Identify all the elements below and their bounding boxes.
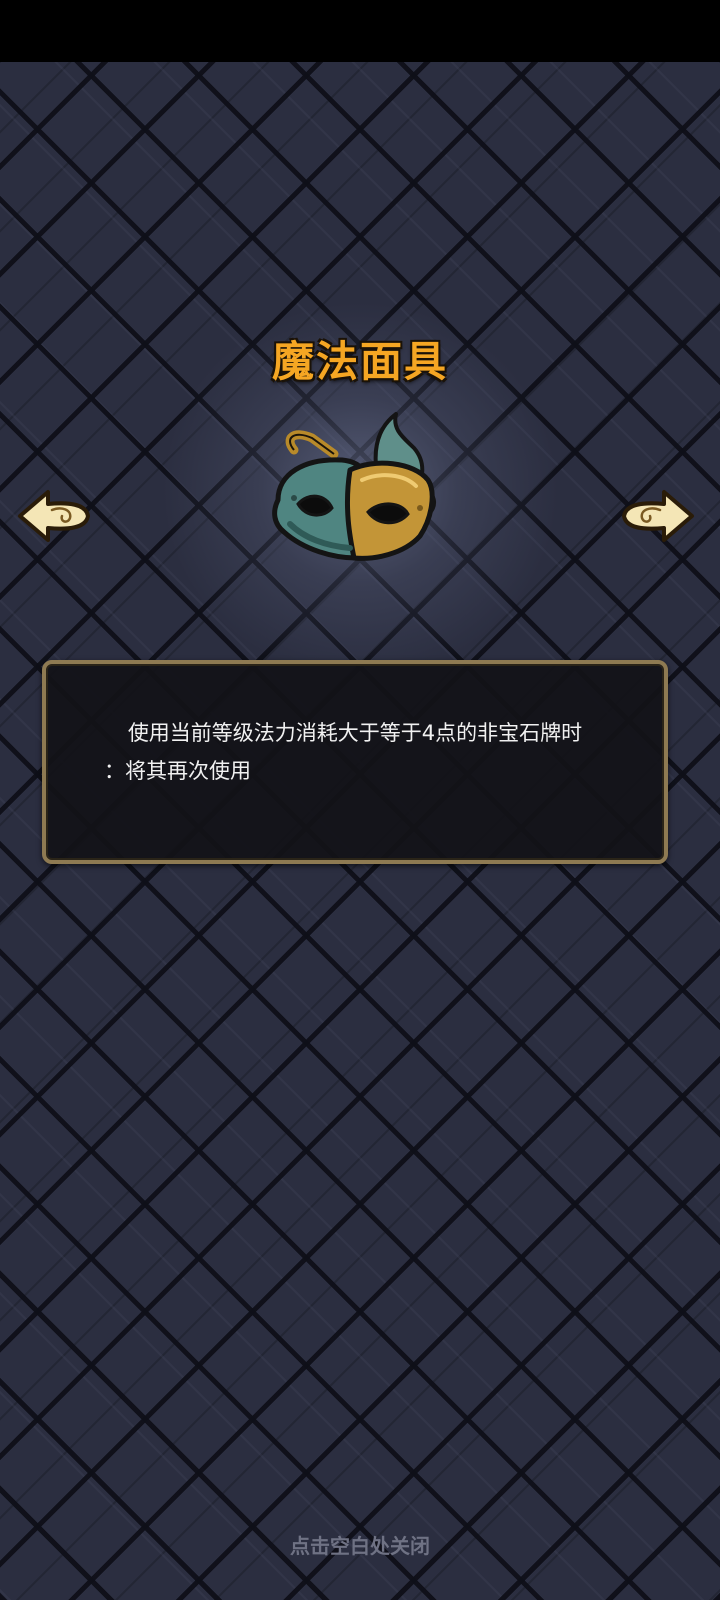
item-title: 魔法面具: [271, 337, 448, 386]
item-description-line-2: ：将其再次使用: [104, 759, 251, 783]
close-hint[interactable]: 点击空白处关闭: [0, 1530, 720, 1559]
next-item-button[interactable]: [620, 488, 696, 544]
magic-mask-icon: [272, 412, 436, 561]
item-detail-screen: 魔法面具 使用当前等级法力消耗大于等于4点的非宝石牌时 ：将其再次使用 点击空白…: [0, 0, 720, 1600]
previous-item-button[interactable]: [16, 488, 92, 544]
item-description-line-1: 使用当前等级法力消耗大于等于4点的非宝石牌时: [127, 721, 583, 745]
item-description-panel: 使用当前等级法力消耗大于等于4点的非宝石牌时 ：将其再次使用: [42, 660, 668, 864]
status-bar: [0, 0, 720, 62]
item-description: 使用当前等级法力消耗大于等于4点的非宝石牌时 ：将其再次使用: [46, 714, 664, 790]
